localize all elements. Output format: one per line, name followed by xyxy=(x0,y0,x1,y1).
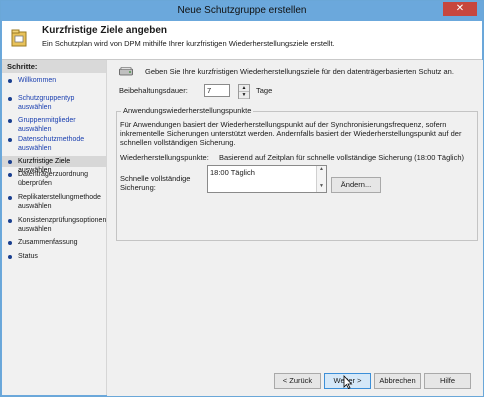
recovery-points-label: Wiederherstellungspunkte: xyxy=(120,153,209,162)
disk-icon xyxy=(119,67,133,76)
step-zusammenfassung: Zusammenfassung xyxy=(2,237,106,248)
step-datenschutzmethode[interactable]: Datenschutzmethode auswählen xyxy=(2,134,106,154)
wizard-footer: < Zurück Weiter > Abbrechen Hilfe xyxy=(107,365,483,396)
step-label: Willkommen xyxy=(18,77,57,84)
step-bullet-icon xyxy=(8,160,12,164)
step-label: Replikaterstellungmethode auswählen xyxy=(18,194,101,210)
retention-unit: Tage xyxy=(256,86,273,95)
retention-input[interactable]: 7 xyxy=(204,84,230,97)
steps-heading: Schritte: xyxy=(2,60,106,73)
cancel-button[interactable]: Abbrechen xyxy=(374,373,421,389)
schedule-scrollbar[interactable]: ▲ ▼ xyxy=(316,166,326,192)
scroll-down-icon[interactable]: ▼ xyxy=(317,183,326,190)
step-label: Konsistenzprüfungsoptionen auswählen xyxy=(18,217,107,233)
stepper-up-icon[interactable]: ▲ xyxy=(239,85,249,92)
full-backup-label: Schnelle vollständige Sicherung: xyxy=(120,174,191,192)
step-konsistenzpruefung: Konsistenzprüfungsoptionen auswählen xyxy=(2,215,106,235)
mouse-cursor-icon xyxy=(343,375,353,389)
window-title: Neue Schutzgruppe erstellen xyxy=(177,5,307,16)
change-schedule-button[interactable]: Ändern... xyxy=(331,177,381,193)
step-gruppenmitglieder[interactable]: Gruppenmitglieder auswählen xyxy=(2,115,106,133)
step-label: Gruppenmitglieder auswählen xyxy=(18,117,76,133)
step-bullet-icon xyxy=(8,255,12,259)
protection-group-icon xyxy=(11,29,27,47)
step-bullet-icon xyxy=(8,138,12,142)
step-bullet-icon xyxy=(8,196,12,200)
help-button[interactable]: Hilfe xyxy=(424,373,471,389)
steps-sidebar: Schritte: Willkommen Schutzgruppentyp au… xyxy=(2,60,107,395)
intro-text: Geben Sie Ihre kurzfristigen Wiederherst… xyxy=(145,67,454,76)
wizard-content: Geben Sie Ihre kurzfristigen Wiederherst… xyxy=(107,60,483,365)
back-button[interactable]: < Zurück xyxy=(274,373,321,389)
step-bullet-icon xyxy=(8,173,12,177)
group-description: Für Anwendungen basiert der Wiederherste… xyxy=(120,120,462,147)
step-willkommen[interactable]: Willkommen xyxy=(2,75,106,87)
step-schutzgruppentyp[interactable]: Schutzgruppentyp auswählen xyxy=(2,93,106,111)
scroll-up-icon[interactable]: ▲ xyxy=(317,166,326,173)
step-label: Status xyxy=(18,253,38,260)
step-kurzfristige-ziele: Kurzfristige Ziele auswählen xyxy=(2,156,106,174)
title-bar[interactable]: Neue Schutzgruppe erstellen ✕ xyxy=(1,1,483,21)
retention-stepper[interactable]: ▲ ▼ xyxy=(238,84,250,99)
step-status: Status xyxy=(2,251,106,262)
close-button[interactable]: ✕ xyxy=(443,2,477,16)
step-bullet-icon xyxy=(8,219,12,223)
wizard-window: Neue Schutzgruppe erstellen ✕ Kurzfristi… xyxy=(0,0,484,397)
schedule-item[interactable]: 18:00 Täglich xyxy=(210,168,255,177)
step-datentraegerzuordnung: Datenträgerzuordnung überprüfen xyxy=(2,169,106,189)
page-title: Kurzfristige Ziele angeben xyxy=(42,25,168,36)
group-legend: Anwendungswiederherstellungspunkte xyxy=(121,106,254,115)
wizard-header: Kurzfristige Ziele angeben Ein Schutzpla… xyxy=(2,21,482,60)
step-bullet-icon xyxy=(8,79,12,83)
step-label: Datenträgerzuordnung überprüfen xyxy=(18,171,89,187)
step-bullet-icon xyxy=(8,119,12,123)
step-label: Zusammenfassung xyxy=(18,239,78,246)
step-label: Datenschutzmethode auswählen xyxy=(18,136,85,152)
recovery-points-group: Anwendungswiederherstellungspunkte Für A… xyxy=(116,106,478,241)
step-bullet-icon xyxy=(8,241,12,245)
step-replikaterstellung: Replikaterstellungmethode auswählen xyxy=(2,192,106,212)
recovery-points-value: Basierend auf Zeitplan für schnelle voll… xyxy=(219,153,465,162)
step-label: Schutzgruppentyp auswählen xyxy=(18,95,75,111)
step-bullet-icon xyxy=(8,97,12,101)
full-backup-schedule-list[interactable]: 18:00 Täglich ▲ ▼ xyxy=(207,165,327,193)
page-subtitle: Ein Schutzplan wird von DPM mithilfe Ihr… xyxy=(42,39,335,48)
retention-label: Beibehaltungsdauer: xyxy=(119,86,188,95)
stepper-down-icon[interactable]: ▼ xyxy=(239,92,249,99)
